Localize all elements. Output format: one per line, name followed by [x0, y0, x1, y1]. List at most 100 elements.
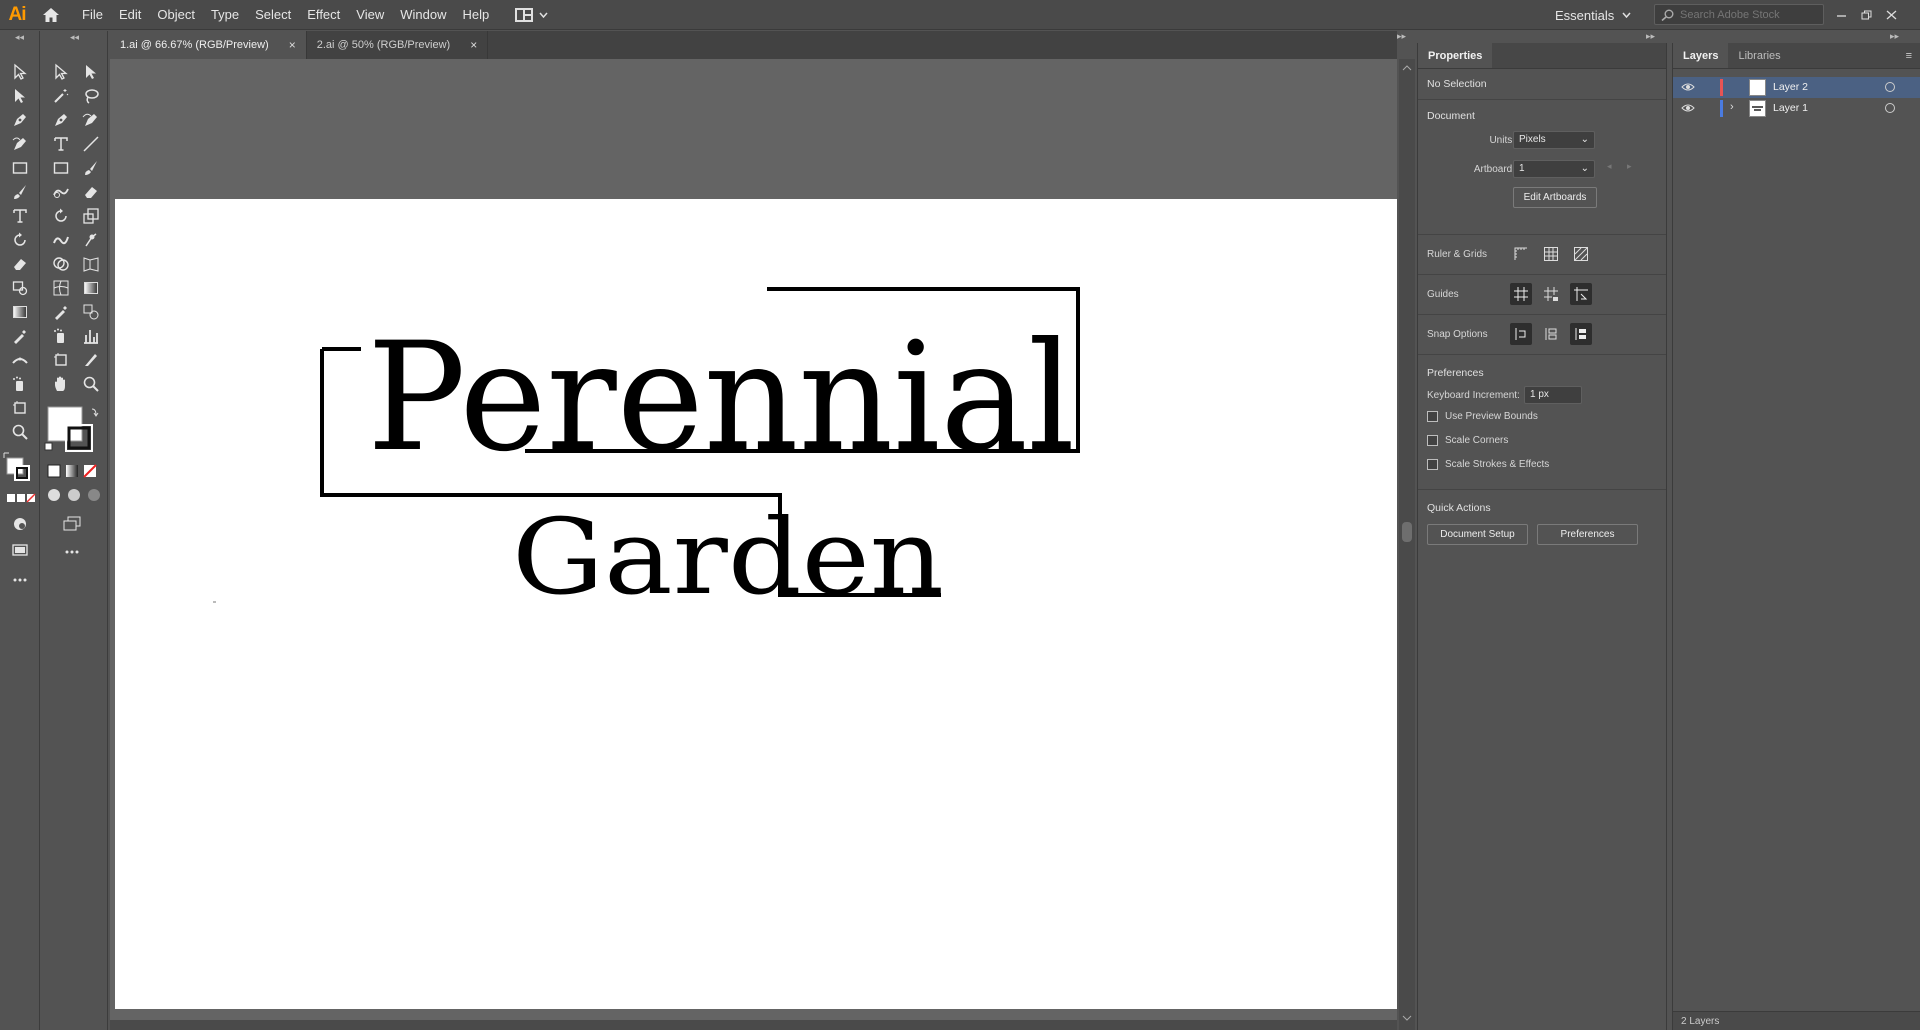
snap-to-point-icon[interactable]	[1510, 323, 1532, 345]
stock-search-input[interactable]	[1680, 8, 1810, 21]
warp-tool-icon[interactable]	[49, 229, 73, 251]
tab-libraries[interactable]: Libraries	[1728, 43, 1790, 68]
zoom-tool-icon[interactable]	[8, 421, 32, 443]
draw-mode-icons[interactable]	[46, 487, 102, 503]
layer-target-icon[interactable]	[1885, 103, 1895, 113]
shaper-tool-icon[interactable]	[49, 181, 73, 203]
scale-tool-icon[interactable]	[79, 205, 103, 227]
previous-artboard-icon[interactable]: ◂	[1607, 161, 1612, 172]
screen-mode-icon[interactable]	[8, 539, 32, 561]
pen-tool-icon[interactable]	[49, 109, 73, 131]
collapse-toolbar-icon[interactable]: ◂◂	[0, 31, 39, 43]
layer-row-2[interactable]: Layer 2	[1673, 77, 1920, 98]
layer-name[interactable]: Layer 2	[1773, 81, 1808, 93]
menu-type[interactable]: Type	[203, 0, 247, 30]
expand-layer-icon[interactable]: ›	[1730, 101, 1734, 113]
hand-tool-icon[interactable]	[49, 373, 73, 395]
tab-document-2[interactable]: 2.ai @ 50% (RGB/Preview) ×	[307, 31, 489, 59]
color-mode-icons[interactable]	[46, 463, 102, 479]
smart-guides-icon[interactable]	[1570, 283, 1592, 305]
menu-file[interactable]: File	[74, 0, 111, 30]
snap-to-glyph-icon[interactable]	[1570, 323, 1592, 345]
collapse-layers-icon[interactable]: ▸▸	[1890, 31, 1899, 42]
restore-icon[interactable]	[1861, 10, 1872, 20]
line-segment-tool-icon[interactable]	[79, 133, 103, 155]
next-artboard-icon[interactable]: ▸	[1627, 161, 1632, 172]
horizontal-scrollbar[interactable]	[110, 1020, 1397, 1030]
lock-guides-icon[interactable]	[1540, 283, 1562, 305]
logo-artwork[interactable]: Perennial Garden	[115, 199, 1397, 1009]
vertical-scrollbar[interactable]	[1399, 59, 1415, 1030]
symbol-sprayer-tool-icon[interactable]	[49, 325, 73, 347]
layer-row-1[interactable]: › Layer 1	[1673, 98, 1920, 119]
rectangle-tool-icon[interactable]	[8, 157, 32, 179]
selection-tool-icon[interactable]	[8, 61, 32, 83]
eraser-tool-icon[interactable]	[79, 181, 103, 203]
collapse-properties-icon[interactable]: ▸▸	[1646, 31, 1655, 42]
puppet-warp-tool-icon[interactable]	[79, 229, 103, 251]
color-mode-icons[interactable]	[6, 491, 36, 505]
free-transform-tool-icon[interactable]	[8, 277, 32, 299]
units-dropdown[interactable]: Pixels ⌄	[1513, 131, 1595, 149]
home-icon[interactable]	[34, 0, 68, 30]
paintbrush-tool-icon[interactable]	[8, 181, 32, 203]
artboard[interactable]: Perennial Garden	[115, 199, 1397, 1009]
eyedropper-tool-icon[interactable]	[49, 301, 73, 323]
slice-tool-icon[interactable]	[79, 349, 103, 371]
draw-mode-icon[interactable]	[8, 513, 32, 535]
visibility-eye-icon[interactable]	[1681, 102, 1695, 117]
lasso-tool-icon[interactable]	[79, 85, 103, 107]
zoom-tool-icon[interactable]	[79, 373, 103, 395]
paintbrush-tool-icon[interactable]	[79, 157, 103, 179]
scroll-down-icon[interactable]	[1399, 1013, 1415, 1023]
shape-builder-tool-icon[interactable]	[49, 253, 73, 275]
scale-corners-checkbox[interactable]	[1427, 435, 1438, 446]
menu-edit[interactable]: Edit	[111, 0, 149, 30]
menu-select[interactable]: Select	[247, 0, 299, 30]
arrange-documents-button[interactable]	[515, 7, 548, 22]
document-setup-button[interactable]: Document Setup	[1427, 524, 1528, 545]
selection-tool-icon[interactable]	[49, 61, 73, 83]
mesh-tool-icon[interactable]	[49, 277, 73, 299]
direct-selection-tool-icon[interactable]	[79, 61, 103, 83]
rotate-tool-icon[interactable]	[49, 205, 73, 227]
tab-properties[interactable]: Properties	[1418, 43, 1493, 68]
scale-strokes-checkbox[interactable]	[1427, 459, 1438, 470]
close-tab-icon[interactable]: ×	[470, 38, 477, 52]
edit-toolbar-icon[interactable]	[8, 569, 32, 591]
type-tool-icon[interactable]	[8, 205, 32, 227]
menu-effect[interactable]: Effect	[299, 0, 348, 30]
close-icon[interactable]	[1886, 10, 1897, 20]
fill-stroke-swatch[interactable]	[44, 403, 100, 453]
direct-selection-tool-icon[interactable]	[8, 85, 32, 107]
artboard-tool-icon[interactable]	[8, 397, 32, 419]
minimize-icon[interactable]	[1836, 10, 1847, 20]
magic-wand-tool-icon[interactable]	[49, 85, 73, 107]
type-tool-icon[interactable]	[49, 133, 73, 155]
menu-help[interactable]: Help	[454, 0, 497, 30]
preferences-button[interactable]: Preferences	[1537, 524, 1638, 545]
symbol-sprayer-tool-icon[interactable]	[8, 373, 32, 395]
fill-stroke-swatch[interactable]	[2, 451, 36, 485]
layer-name[interactable]: Layer 1	[1773, 102, 1808, 114]
ruler-icon[interactable]	[1510, 243, 1532, 265]
column-graph-tool-icon[interactable]	[79, 325, 103, 347]
workspace-switcher[interactable]: Essentials	[1555, 0, 1631, 30]
artwork-subtitle[interactable]: Garden	[512, 496, 944, 618]
rotate-tool-icon[interactable]	[8, 229, 32, 251]
artwork-title[interactable]: Perennial	[367, 311, 1075, 485]
artboard-tool-icon[interactable]	[49, 349, 73, 371]
panel-menu-icon[interactable]: ≡	[1906, 43, 1920, 68]
collapse-toolbar-icon[interactable]: ◂◂	[42, 31, 107, 43]
menu-view[interactable]: View	[348, 0, 392, 30]
tab-document-1[interactable]: 1.ai @ 66.67% (RGB/Preview) ×	[110, 31, 307, 59]
show-guides-icon[interactable]	[1510, 283, 1532, 305]
menu-window[interactable]: Window	[392, 0, 454, 30]
gradient-tool-icon[interactable]	[8, 301, 32, 323]
edit-artboards-button[interactable]: Edit Artboards	[1513, 187, 1597, 208]
close-tab-icon[interactable]: ×	[289, 38, 296, 52]
menu-object[interactable]: Object	[149, 0, 203, 30]
pen-tool-icon[interactable]	[8, 109, 32, 131]
perspective-grid-tool-icon[interactable]	[79, 253, 103, 275]
gradient-tool-icon[interactable]	[79, 277, 103, 299]
